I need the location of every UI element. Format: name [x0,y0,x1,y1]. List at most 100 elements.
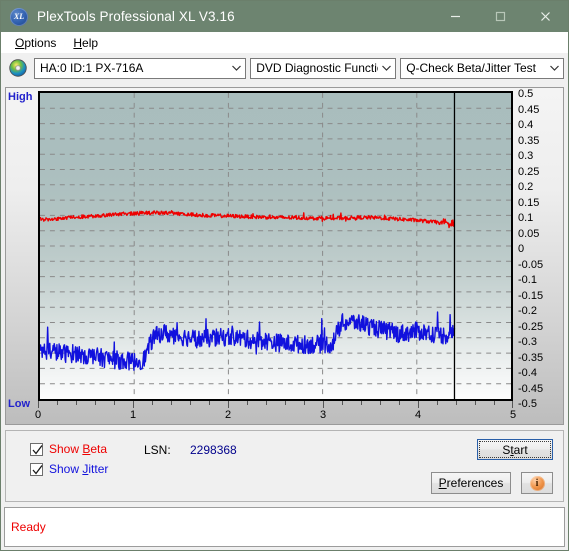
x-axis-minor-tick [304,401,305,405]
app-logo-icon: XL [10,7,28,26]
function-select[interactable]: DVD Diagnostic Functions [250,57,397,79]
y-axis-tick: 0.4 [518,119,534,131]
test-select-value: Q-Check Beta/Jitter Test [406,61,537,75]
chart-svg [40,93,511,399]
function-select-value: DVD Diagnostic Functions [256,61,378,75]
title-bar: XL PlexTools Professional XL V3.16 [1,1,568,32]
x-axis-minor-tick [152,401,153,405]
menu-item-options-rest: ptions [24,35,57,50]
y-axis-tick: 0.25 [518,165,540,178]
menu-item-help[interactable]: Help [65,34,107,52]
x-axis-minor-tick [114,401,115,405]
y-axis-tick: -0.05 [518,258,544,271]
show-beta-checkbox[interactable] [30,442,43,456]
y-axis-low-label: Low [8,398,30,410]
x-axis-minor-tick [76,401,77,405]
x-axis-minor-tick [399,401,400,405]
chart-plot-area [38,91,513,401]
x-axis-major-tick [38,401,39,408]
x-axis-minor-tick [456,401,457,405]
controls-panel: Show Beta Show Jitter LSN: 2298368 Start… [5,430,564,502]
start-button-label: Start [502,442,528,457]
show-beta-label: Show Beta [49,442,108,456]
x-axis-tick-label: 5 [509,409,517,421]
y-axis-tick: 0.05 [518,227,540,240]
show-jitter-checkbox[interactable] [30,462,43,476]
menu-item-options[interactable]: Options [7,34,65,52]
status-bar: Ready [4,507,565,547]
y-axis-tick: -0.1 [518,274,537,286]
x-axis-minor-tick [209,401,210,405]
y-axis-high-label: High [8,91,33,103]
x-axis-minor-tick [247,401,248,405]
lsn-label: LSN: [144,443,171,457]
drive-select-value: HA:0 ID:1 PX-716A [40,61,144,75]
y-axis-tick: 0.45 [518,103,540,116]
info-button[interactable]: i [521,472,553,494]
toolbar: HA:0 ID:1 PX-716A DVD Diagnostic Functio… [1,53,568,83]
preferences-button[interactable]: Preferences [431,472,511,494]
x-axis-minor-tick [475,401,476,405]
y-axis-tick: -0.45 [518,382,544,395]
chevron-down-icon[interactable] [546,64,563,72]
y-axis-tick: 0.3 [518,150,534,162]
x-axis-minor-tick [361,401,362,405]
minimize-icon[interactable] [433,1,478,32]
status-text: Ready [11,520,46,534]
x-axis-minor-tick [190,401,191,405]
chevron-down-icon[interactable] [378,64,395,72]
window-controls [433,1,568,32]
x-axis-minor-tick [266,401,267,405]
x-axis-minor-tick [171,401,172,405]
y-axis-tick: 0.35 [518,134,540,147]
y-axis-tick: -0.5 [518,398,537,410]
y-axis-tick: 0.15 [518,196,540,209]
preferences-button-label: Preferences [438,476,504,490]
y-axis-tick: 0.2 [518,181,534,193]
x-axis-minor-tick [380,401,381,405]
x-axis-tick-label: 1 [129,409,137,421]
x-axis-tick-label: 2 [224,409,232,421]
y-axis-tick: -0.4 [518,367,537,379]
window-title: PlexTools Professional XL V3.16 [37,9,235,24]
x-axis-minor-tick [342,401,343,405]
disc-icon [9,59,27,77]
show-beta-row[interactable]: Show Beta [30,442,107,456]
x-axis-tick-label: 0 [34,409,42,421]
x-axis-major-tick [228,401,229,408]
close-icon[interactable] [523,1,568,32]
x-axis-major-tick [323,401,324,408]
y-axis-tick-labels: 0.5 0.45 0.4 0.35 0.3 0.25 0.2 0.15 0.1 0.05 0 -0.0… [516,88,569,410]
y-axis-tick: -0.15 [518,289,544,302]
info-icon: i [529,475,545,491]
y-axis-tick: 0 [518,243,525,255]
y-axis-tick: -0.35 [518,351,544,364]
x-axis-minor-tick [95,401,96,405]
x-axis-tick-label: 4 [414,409,422,421]
y-axis-tick: 0.5 [518,88,534,100]
x-axis-tick-label: 3 [319,409,327,421]
drive-select[interactable]: HA:0 ID:1 PX-716A [34,57,247,79]
chart-panel: High Low 0.5 0.45 0.4 0.35 0.3 0.25 0.2 0.15 0.1… [5,87,564,425]
x-axis-minor-tick [57,401,58,405]
menu-bar: Options Help [1,32,568,53]
chevron-down-icon[interactable] [228,64,245,72]
x-axis-major-tick [418,401,419,408]
y-axis-tick: -0.25 [518,320,544,333]
x-axis-minor-tick [437,401,438,405]
x-axis-minor-tick [285,401,286,405]
x-axis: 0 1 2 3 4 5 [34,401,517,423]
test-select[interactable]: Q-Check Beta/Jitter Test [400,57,564,79]
show-jitter-row[interactable]: Show Jitter [30,462,108,476]
application-window: XL PlexTools Professional XL V3.16 Optio… [0,0,569,551]
x-axis-major-tick [133,401,134,408]
x-axis-major-tick [512,401,513,408]
lsn-value: 2298368 [190,443,237,457]
y-axis-tick: -0.2 [518,305,537,317]
y-axis-tick: 0.1 [518,212,534,224]
maximize-icon[interactable] [478,1,523,32]
menu-item-help-rest: elp [82,35,99,50]
show-jitter-label: Show Jitter [49,462,109,476]
x-axis-minor-tick [494,401,495,405]
start-button[interactable]: Start [477,439,553,460]
